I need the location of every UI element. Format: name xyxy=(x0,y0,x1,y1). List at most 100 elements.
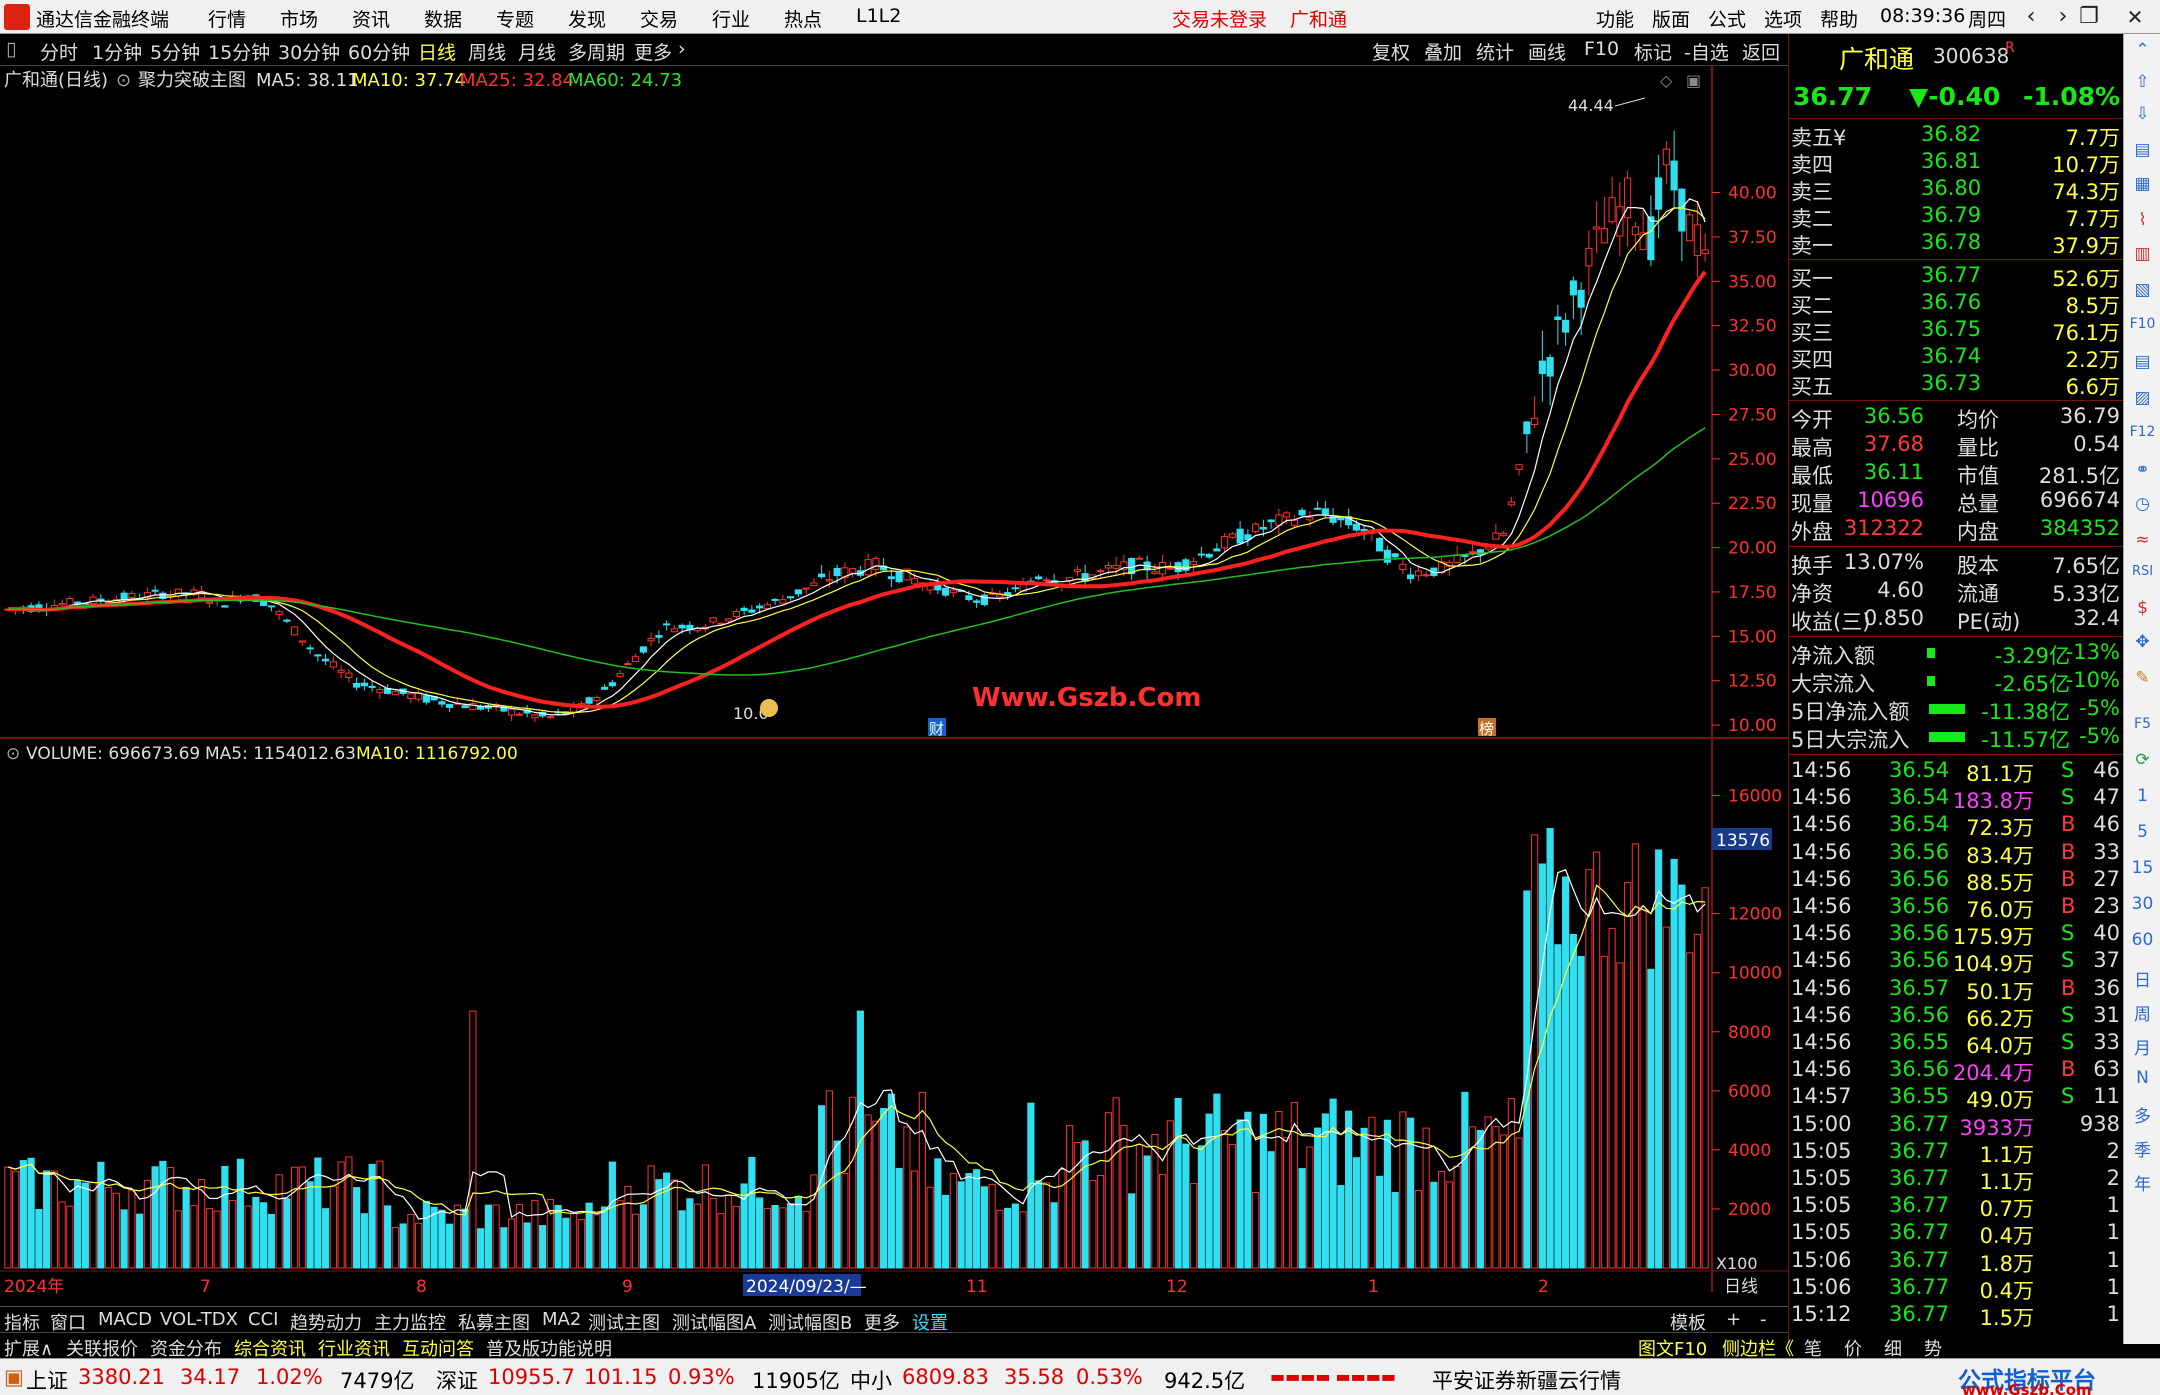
list-icon[interactable]: ▤ xyxy=(2124,140,2160,160)
stat2-label-2: 流通 xyxy=(1957,582,1999,606)
menu-jiaoyi[interactable]: 交易 xyxy=(640,5,678,32)
tab-macd[interactable]: MACD xyxy=(98,1309,152,1330)
current-stock-tag[interactable]: 广和通 xyxy=(1290,5,1347,32)
wave-icon[interactable]: ≈ xyxy=(2124,530,2160,550)
volume-indicator-icon[interactable]: ⊙ xyxy=(6,744,20,764)
tool-f10[interactable]: F10 xyxy=(1584,38,1619,60)
strip-num-1[interactable]: 1 xyxy=(2124,786,2160,806)
menu-shuju[interactable]: 数据 xyxy=(424,5,462,32)
tool-fanhui[interactable]: 返回 xyxy=(1742,38,1780,65)
menu-bangzhu[interactable]: 帮助 xyxy=(1820,5,1858,32)
kline-icon[interactable]: ▥ xyxy=(2124,244,2160,264)
f10-icon[interactable]: F10 xyxy=(2124,316,2160,332)
server-name[interactable]: 平安证券新疆云行情 xyxy=(1432,1365,1621,1395)
zoom-out-button[interactable]: - xyxy=(1760,1309,1767,1330)
collapse-icon[interactable]: ⌃ xyxy=(2124,40,2160,60)
up-arrow-icon[interactable]: ⇧ xyxy=(2124,72,2160,92)
table-icon[interactable]: ▤ xyxy=(2124,352,2160,372)
menu-hangqing[interactable]: 行情 xyxy=(208,5,246,32)
strip-day[interactable]: 日 xyxy=(2124,966,2160,991)
strip-n[interactable]: N xyxy=(2124,1068,2160,1088)
back-icon[interactable]: ‹ xyxy=(2018,4,2044,30)
tab-vol-tdx[interactable]: VOL-TDX xyxy=(160,1309,238,1330)
tab-15min[interactable]: 15分钟 xyxy=(208,38,270,65)
grid-icon[interactable]: ▦ xyxy=(2124,174,2160,194)
tool-fuquan[interactable]: 复权 xyxy=(1372,38,1410,65)
menu-banmian[interactable]: 版面 xyxy=(1652,5,1690,32)
strip-week[interactable]: 周 xyxy=(2124,1000,2160,1025)
doc-icon[interactable]: ▨ xyxy=(2124,388,2160,408)
f5-icon[interactable]: F5 xyxy=(2124,716,2160,732)
refresh-icon[interactable]: ⟳ xyxy=(2124,750,2160,770)
tab-more[interactable]: 更多 xyxy=(634,38,672,65)
tool-biaoji[interactable]: 标记 xyxy=(1634,38,1672,65)
line-chart-icon[interactable]: ⌇ xyxy=(2124,210,2160,230)
strip-num-5[interactable]: 5 xyxy=(2124,822,2160,842)
chevron-right-icon[interactable]: › xyxy=(678,38,686,60)
tab-60min[interactable]: 60分钟 xyxy=(348,38,410,65)
candle-body xyxy=(1554,316,1562,321)
move-icon[interactable]: ✥ xyxy=(2124,632,2160,652)
forward-icon[interactable]: › xyxy=(2050,4,2076,30)
sz-name[interactable]: 深证 xyxy=(436,1365,478,1395)
zoom-in-button[interactable]: + xyxy=(1726,1309,1741,1330)
report-icon[interactable]: ▧ xyxy=(2124,280,2160,300)
strip-month[interactable]: 月 xyxy=(2124,1034,2160,1059)
down-arrow-icon[interactable]: ⇩ xyxy=(2124,104,2160,124)
tool-tongji[interactable]: 统计 xyxy=(1476,38,1514,65)
kline-chart-area[interactable]: 广和通(日线) ⊙ 聚力突破主图 MA5: 38.11 MA10: 37.74 … xyxy=(0,66,1788,1306)
strip-multi[interactable]: 多 xyxy=(2124,1102,2160,1127)
menu-l1l2[interactable]: L1L2 xyxy=(856,5,901,27)
volume-bar xyxy=(1004,1207,1012,1269)
strip-num-30[interactable]: 30 xyxy=(2124,894,2160,914)
menu-zixun[interactable]: 资讯 xyxy=(352,5,390,32)
clock-icon[interactable]: ◷ xyxy=(2124,494,2160,514)
diamond-icon[interactable]: ◇ xyxy=(1660,71,1673,90)
money-icon[interactable]: $ xyxy=(2124,598,2160,618)
panel-toggle-icon[interactable]: ▣ xyxy=(1686,71,1701,90)
strip-num-15[interactable]: 15 xyxy=(2124,858,2160,878)
menu-xuanxiang[interactable]: 选项 xyxy=(1764,5,1802,32)
tool-zixuan[interactable]: -自选 xyxy=(1684,38,1729,65)
menu-gongshi[interactable]: 公式 xyxy=(1708,5,1746,32)
zx-name[interactable]: 中小 xyxy=(850,1365,892,1395)
menu-faxian[interactable]: 发现 xyxy=(568,5,606,32)
restore-window-icon[interactable]: ❐ xyxy=(2076,4,2102,30)
tool-diejia[interactable]: 叠加 xyxy=(1424,38,1462,65)
menu-hangye[interactable]: 行业 xyxy=(712,5,750,32)
volume-bar xyxy=(190,1205,198,1269)
tool-huaxian[interactable]: 画线 xyxy=(1528,38,1566,65)
login-status[interactable]: 交易未登录 xyxy=(1172,5,1267,32)
tick-row: 14:56 36.56 175.9万 S 40 xyxy=(1789,921,2124,949)
low-point-marker-icon[interactable] xyxy=(760,699,778,717)
tab-multi-period[interactable]: 多周期 xyxy=(568,38,625,65)
tab-ma2[interactable]: MA2 xyxy=(542,1309,581,1330)
strip-quarter[interactable]: 季 xyxy=(2124,1136,2160,1161)
rsi-icon[interactable]: RSI xyxy=(2124,564,2160,579)
pen-icon[interactable]: ✎ xyxy=(2124,668,2160,688)
index-icon[interactable]: ▣ xyxy=(4,1365,24,1389)
close-window-icon[interactable]: ✕ xyxy=(2122,4,2148,30)
tab-cci[interactable]: CCI xyxy=(248,1309,278,1330)
menu-gongneng[interactable]: 功能 xyxy=(1596,5,1634,32)
sh-name[interactable]: 上证 xyxy=(26,1365,68,1395)
chain-icon[interactable]: ⚭ xyxy=(2124,460,2160,480)
main-indicator-name[interactable]: 聚力突破主图 xyxy=(138,70,246,91)
tab-daily[interactable]: 日线 xyxy=(418,38,456,65)
tab-1min[interactable]: 1分钟 xyxy=(92,38,142,65)
tab-5min[interactable]: 5分钟 xyxy=(150,38,200,65)
sidebar-toggle-icon[interactable]: ▯ xyxy=(6,38,16,60)
indicator-icon[interactable]: ⊙ xyxy=(116,70,131,91)
tab-fenshi[interactable]: 分时 xyxy=(40,38,78,65)
menu-shichang[interactable]: 市场 xyxy=(280,5,318,32)
menu-redian[interactable]: 热点 xyxy=(784,5,822,32)
strip-num-60[interactable]: 60 xyxy=(2124,930,2160,950)
candle-body xyxy=(58,603,66,606)
tab-weekly[interactable]: 周线 xyxy=(468,38,506,65)
menu-zhuanti[interactable]: 专题 xyxy=(496,5,534,32)
tab-monthly[interactable]: 月线 xyxy=(518,38,556,65)
volume-tick-label: 2000 xyxy=(1728,1200,1771,1220)
strip-year[interactable]: 年 xyxy=(2124,1170,2160,1195)
f12-icon[interactable]: F12 xyxy=(2124,424,2160,440)
tab-30min[interactable]: 30分钟 xyxy=(278,38,340,65)
